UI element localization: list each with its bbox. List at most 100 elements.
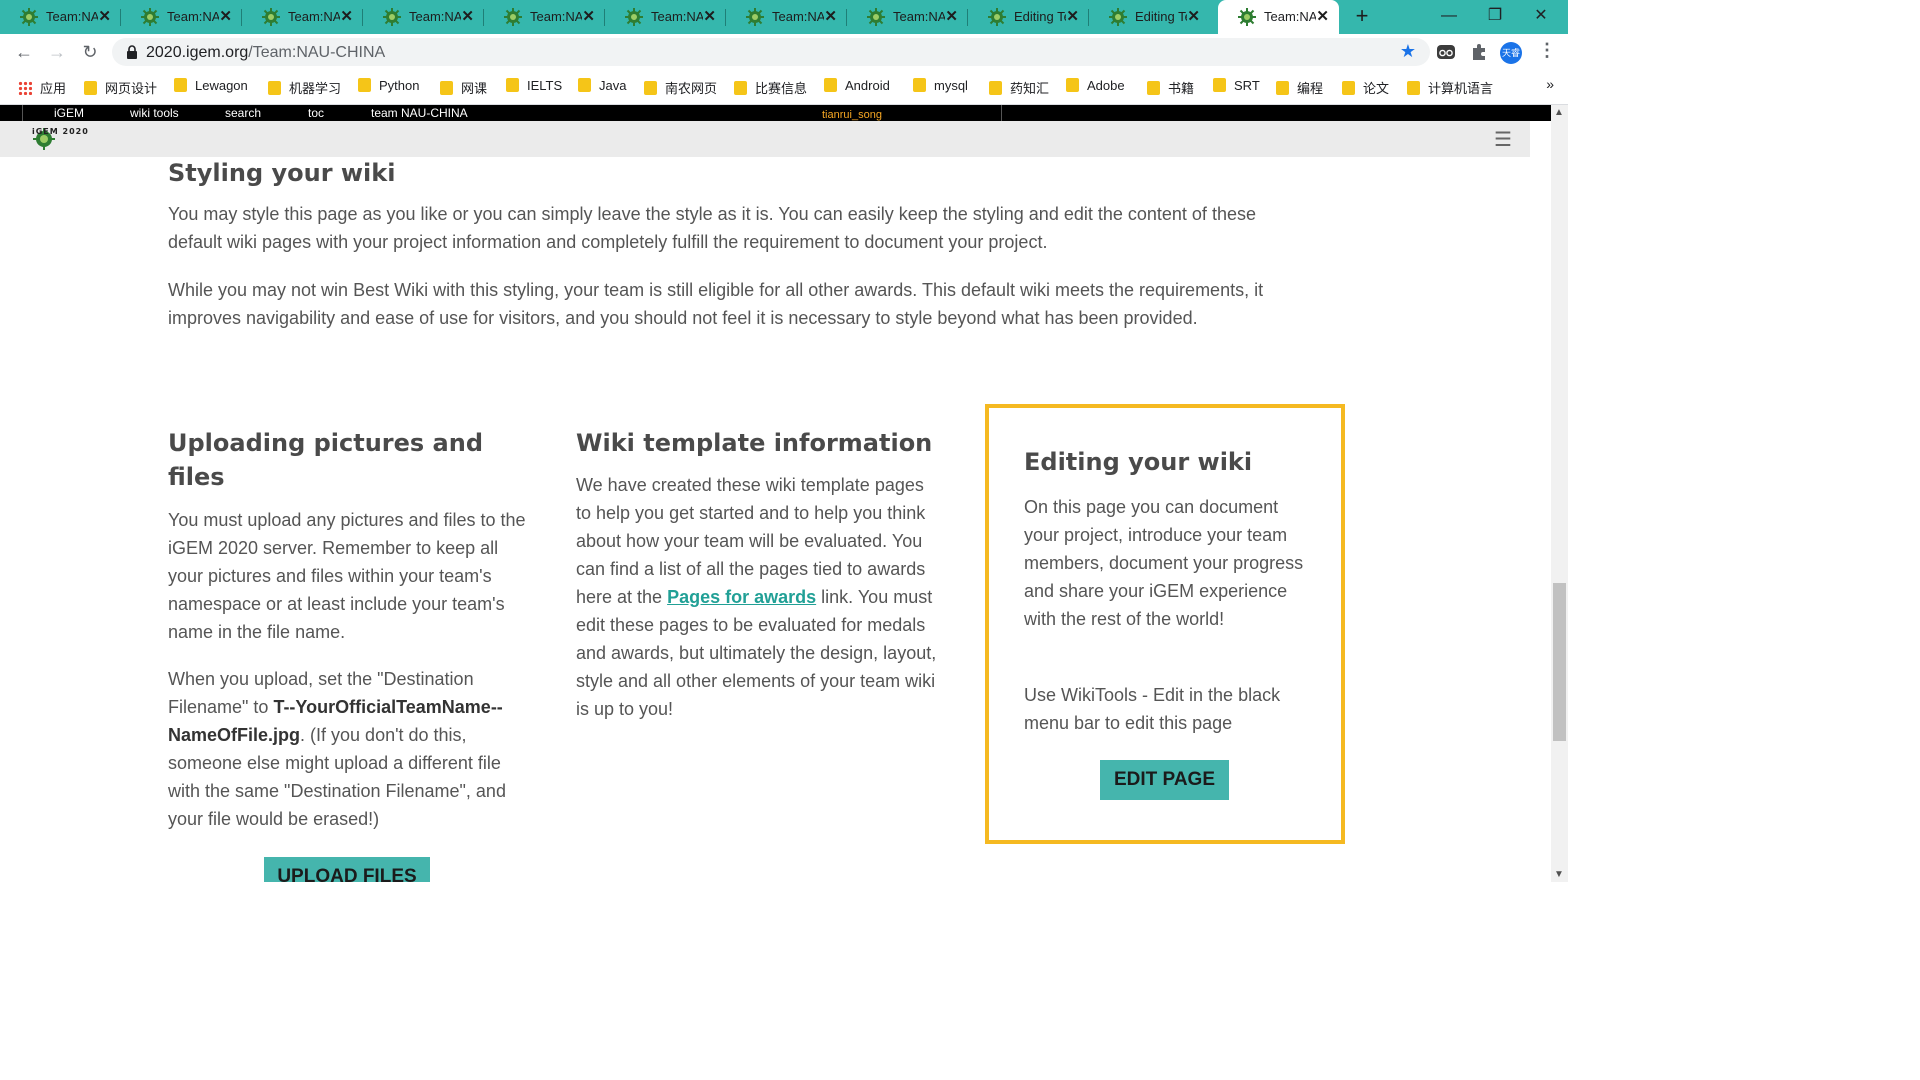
close-window-icon[interactable]: ✕ — [1518, 0, 1564, 34]
tab-title: Editing Team:NAU-CHINA — [1135, 9, 1187, 24]
bookmark-folder[interactable]: 编程 — [1276, 78, 1323, 96]
minimize-icon[interactable]: — — [1426, 0, 1472, 34]
bookmark-label: 网课 — [461, 81, 488, 96]
bookmark-folder[interactable]: 网课 — [440, 78, 487, 96]
igem-favicon-icon — [988, 8, 1006, 26]
folder-icon — [268, 81, 281, 95]
logged-in-user[interactable]: tianrui_song — [822, 109, 882, 121]
bookmark-folder[interactable]: mysql — [913, 78, 968, 96]
igem-favicon-icon — [262, 8, 280, 26]
uploading-paragraph-1: You must upload any pictures and files t… — [168, 510, 526, 642]
tab-close-icon[interactable]: ✕ — [219, 7, 232, 25]
back-icon[interactable]: ← — [12, 40, 36, 64]
browser-tab[interactable]: Team:NAU-CHINA ✕ — [847, 0, 968, 34]
bookmark-folder[interactable]: 论文 — [1342, 78, 1389, 96]
igem-favicon-icon — [504, 8, 522, 26]
bookmark-folder[interactable]: 计算机语言 — [1407, 78, 1493, 96]
bookmark-folder[interactable]: IELTS — [506, 78, 562, 96]
pages-for-awards-link[interactable]: Pages for awards — [667, 587, 816, 607]
bookmark-folder[interactable]: 机器学习 — [268, 78, 341, 96]
bookmark-folder[interactable]: Android — [824, 78, 890, 96]
bookmark-label: 机器学习 — [289, 81, 342, 96]
tab-title: Editing Team:NAU-CHINA — [1014, 9, 1066, 24]
editing-card: Editing your wiki On this page you can d… — [985, 404, 1345, 844]
extensions-puzzle-icon[interactable] — [1469, 42, 1489, 62]
chevron-right-more-icon[interactable]: » — [1546, 76, 1554, 92]
tab-close-icon[interactable]: ✕ — [461, 7, 474, 25]
forward-icon[interactable]: → — [45, 40, 69, 64]
uploading-heading: Uploading pictures and files — [168, 429, 484, 491]
scroll-down-icon[interactable]: ▼ — [1554, 869, 1564, 880]
menu-divider — [22, 105, 23, 121]
tab-close-icon[interactable]: ✕ — [1316, 7, 1329, 25]
folder-icon — [578, 78, 591, 92]
url-domain: 2020.igem.org — [146, 44, 249, 61]
edit-page-button[interactable]: EDIT PAGE — [1100, 760, 1229, 800]
restore-icon[interactable]: ❐ — [1472, 0, 1518, 34]
browser-tab[interactable]: Team:NAU-CHINA ✕ — [242, 0, 363, 34]
tab-title: Team:NAU-CHINA — [893, 9, 945, 24]
bookmark-folder[interactable]: 药知汇 — [989, 78, 1049, 96]
folder-icon — [1066, 78, 1079, 92]
folder-icon — [506, 78, 519, 92]
hamburger-menu-icon[interactable]: ☰ — [1494, 127, 1512, 152]
editing-paragraph-2: Use WikiTools - Edit in the black menu b… — [1024, 685, 1281, 733]
bookmark-star-icon[interactable]: ★ — [1400, 41, 1416, 62]
editing-paragraph-1: On this page you can document your proje… — [1024, 497, 1304, 629]
address-bar[interactable]: 2020.igem.org/Team:NAU-CHINA ★ — [112, 38, 1430, 66]
bookmark-folder[interactable]: 比赛信息 — [734, 78, 807, 96]
chrome-menu-icon[interactable]: ⋮ — [1538, 40, 1556, 61]
bookmark-label: 书籍 — [1168, 81, 1195, 96]
igem-favicon-icon — [1109, 8, 1127, 26]
browser-tab[interactable]: Team:NAU-CHINA ✕ — [0, 0, 121, 34]
tab-close-icon[interactable]: ✕ — [824, 7, 837, 25]
igem-favicon-icon — [1238, 8, 1256, 26]
page-scrollbar[interactable]: ▲ ▼ — [1551, 105, 1568, 882]
bookmark-folder[interactable]: Adobe — [1066, 78, 1125, 96]
new-tab-icon[interactable]: + — [1350, 3, 1374, 29]
tab-close-icon[interactable]: ✕ — [1187, 7, 1200, 25]
igem-menu-igem[interactable]: iGEM — [54, 106, 84, 120]
apps-grid-icon — [18, 81, 32, 95]
igem-menu-toc[interactable]: toc — [308, 106, 324, 120]
bookmark-label: Java — [599, 78, 627, 93]
upload-files-button[interactable]: UPLOAD FILES — [264, 857, 430, 882]
browser-tab[interactable]: Team:NAU-CHINA ✕ — [121, 0, 242, 34]
igem-menu-search[interactable]: search — [225, 106, 261, 120]
igem-menu-wiki-tools[interactable]: wiki tools — [130, 106, 179, 120]
tab-close-icon[interactable]: ✕ — [945, 7, 958, 25]
tab-close-icon[interactable]: ✕ — [582, 7, 595, 25]
browser-tab-active[interactable]: Team:NAU-CHINA ✕ — [1218, 0, 1339, 34]
bookmark-folder[interactable]: 书籍 — [1147, 78, 1194, 96]
igem-favicon-icon — [141, 8, 159, 26]
bookmark-folder[interactable]: SRT — [1213, 78, 1260, 96]
tab-close-icon[interactable]: ✕ — [98, 7, 111, 25]
page-viewport: iGEM 2020 ☰ Styling your wiki You may st… — [0, 121, 1568, 882]
bookmark-folder[interactable]: 南农网页 — [644, 78, 717, 96]
reload-icon[interactable]: ↻ — [78, 40, 102, 64]
tab-close-icon[interactable]: ✕ — [1066, 7, 1079, 25]
bookmark-apps[interactable]: 应用 — [18, 78, 66, 96]
igem-menu-team[interactable]: team NAU-CHINA — [371, 106, 468, 120]
browser-tab[interactable]: Team:NAU-CHINA ✕ — [605, 0, 726, 34]
folder-icon — [1213, 78, 1226, 92]
tab-title: Team:NAU-CHINA — [288, 9, 340, 24]
bookmark-folder[interactable]: Java — [578, 78, 626, 96]
browser-tab[interactable]: Team:NAU-CHINA ✕ — [363, 0, 484, 34]
profile-avatar[interactable]: 天睿 — [1500, 42, 1522, 64]
bookmark-folder[interactable]: Python — [358, 78, 419, 96]
scroll-up-icon[interactable]: ▲ — [1554, 107, 1564, 118]
bookmark-folder[interactable]: 网页设计 — [84, 78, 157, 96]
tab-close-icon[interactable]: ✕ — [703, 7, 716, 25]
browser-tab[interactable]: Editing Team:NAU-CHINA ✕ — [1089, 0, 1210, 34]
bookmark-label: 药知汇 — [1010, 81, 1050, 96]
browser-tab[interactable]: Editing Team:NAU-CHINA ✕ — [968, 0, 1089, 34]
extension-glasses-icon[interactable] — [1436, 42, 1456, 62]
browser-tab[interactable]: Team:NAU-CHINA ✕ — [726, 0, 847, 34]
igem-favicon-icon — [867, 8, 885, 26]
profile-label: 天睿 — [1501, 48, 1520, 58]
scrollbar-thumb[interactable] — [1553, 583, 1566, 741]
bookmark-folder[interactable]: Lewagon — [174, 78, 248, 96]
browser-tab[interactable]: Team:NAU-CHINA ✕ — [484, 0, 605, 34]
tab-close-icon[interactable]: ✕ — [340, 7, 353, 25]
